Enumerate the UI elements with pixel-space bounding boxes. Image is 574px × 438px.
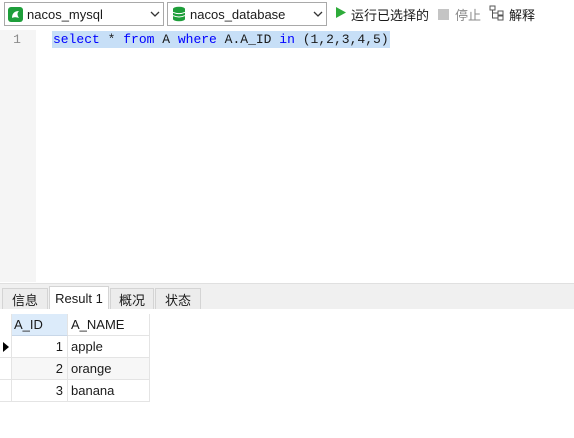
explain-icon [489, 5, 505, 24]
sql-token-op: ( [294, 32, 311, 47]
sql-token-num: 2 [326, 32, 334, 47]
table-row[interactable]: 1 apple [0, 336, 150, 358]
explain-label: 解释 [509, 7, 536, 23]
line-number: 1 [13, 32, 21, 47]
current-row-arrow-icon [3, 342, 9, 352]
cell-a-name[interactable]: banana [68, 380, 150, 402]
sql-token-keyword: where [177, 32, 217, 47]
row-indicator-header [0, 314, 12, 336]
sql-editor[interactable]: 1 select * from A where A.A_ID in (1,2,3… [0, 30, 574, 282]
sql-token-num: 5 [373, 32, 381, 47]
column-header-a-id[interactable]: A_ID [12, 314, 68, 336]
tab-overview[interactable]: 概况 [110, 288, 154, 310]
mysql-connection-icon [8, 6, 23, 22]
tab-info[interactable]: 信息 [2, 288, 48, 310]
cell-a-id[interactable]: 1 [12, 336, 68, 358]
tab-status[interactable]: 状态 [155, 288, 201, 310]
cell-a-id[interactable]: 3 [12, 380, 68, 402]
line-number-gutter: 1 [0, 30, 36, 282]
table-row[interactable]: 2 orange [0, 358, 150, 380]
row-indicator[interactable] [0, 358, 12, 380]
sql-token-num: 3 [341, 32, 350, 47]
sql-token-op: ) [380, 32, 389, 47]
database-select-value: nacos_database [190, 6, 286, 22]
connection-select-value: nacos_mysql [27, 6, 103, 22]
cell-a-name[interactable]: orange [68, 358, 150, 380]
stop-label: 停止 [455, 7, 482, 23]
run-selected-label: 运行已选择的 [351, 7, 430, 23]
database-icon [172, 6, 186, 22]
run-selected-button[interactable]: 运行已选择的 [335, 4, 429, 24]
tab-result-1[interactable]: Result 1 [49, 286, 109, 310]
result-grid[interactable]: A_ID A_NAME 1 apple 2 orange 3 banana [0, 309, 574, 438]
sql-token-keyword: from [123, 32, 155, 47]
stop-button[interactable]: 停止 [438, 4, 481, 24]
connection-select[interactable]: nacos_mysql [4, 2, 164, 26]
grid-header-row: A_ID A_NAME [0, 314, 150, 336]
column-header-a-name[interactable]: A_NAME [68, 314, 150, 336]
database-select[interactable]: nacos_database [167, 2, 327, 26]
sql-token-op: , [318, 32, 327, 47]
chevron-down-icon[interactable] [147, 3, 163, 25]
sql-token-op: , [365, 32, 373, 47]
sql-token-ident: A.A_ID [216, 32, 280, 47]
stop-icon [438, 8, 449, 20]
explain-button[interactable]: 解释 [489, 4, 535, 24]
row-indicator[interactable] [0, 380, 12, 402]
sql-token-ident: A [154, 32, 178, 47]
row-indicator[interactable] [0, 336, 12, 358]
sql-token-op: , [333, 32, 342, 47]
sql-code-line[interactable]: select * from A where A.A_ID in (1,2,3,4… [52, 31, 390, 48]
sql-token-op: * [99, 32, 124, 47]
cell-a-name[interactable]: apple [68, 336, 150, 358]
sql-token-keyword: select [53, 32, 100, 47]
play-icon [335, 6, 347, 22]
sql-token-keyword: in [279, 32, 295, 47]
cell-a-id[interactable]: 2 [12, 358, 68, 380]
result-tab-bar: 信息 Result 1 概况 状态 [0, 283, 574, 310]
query-toolbar: nacos_mysql nacos_database 运行已选择的 停止 解释 [0, 0, 574, 30]
chevron-down-icon[interactable] [310, 3, 326, 25]
table-row[interactable]: 3 banana [0, 380, 150, 402]
